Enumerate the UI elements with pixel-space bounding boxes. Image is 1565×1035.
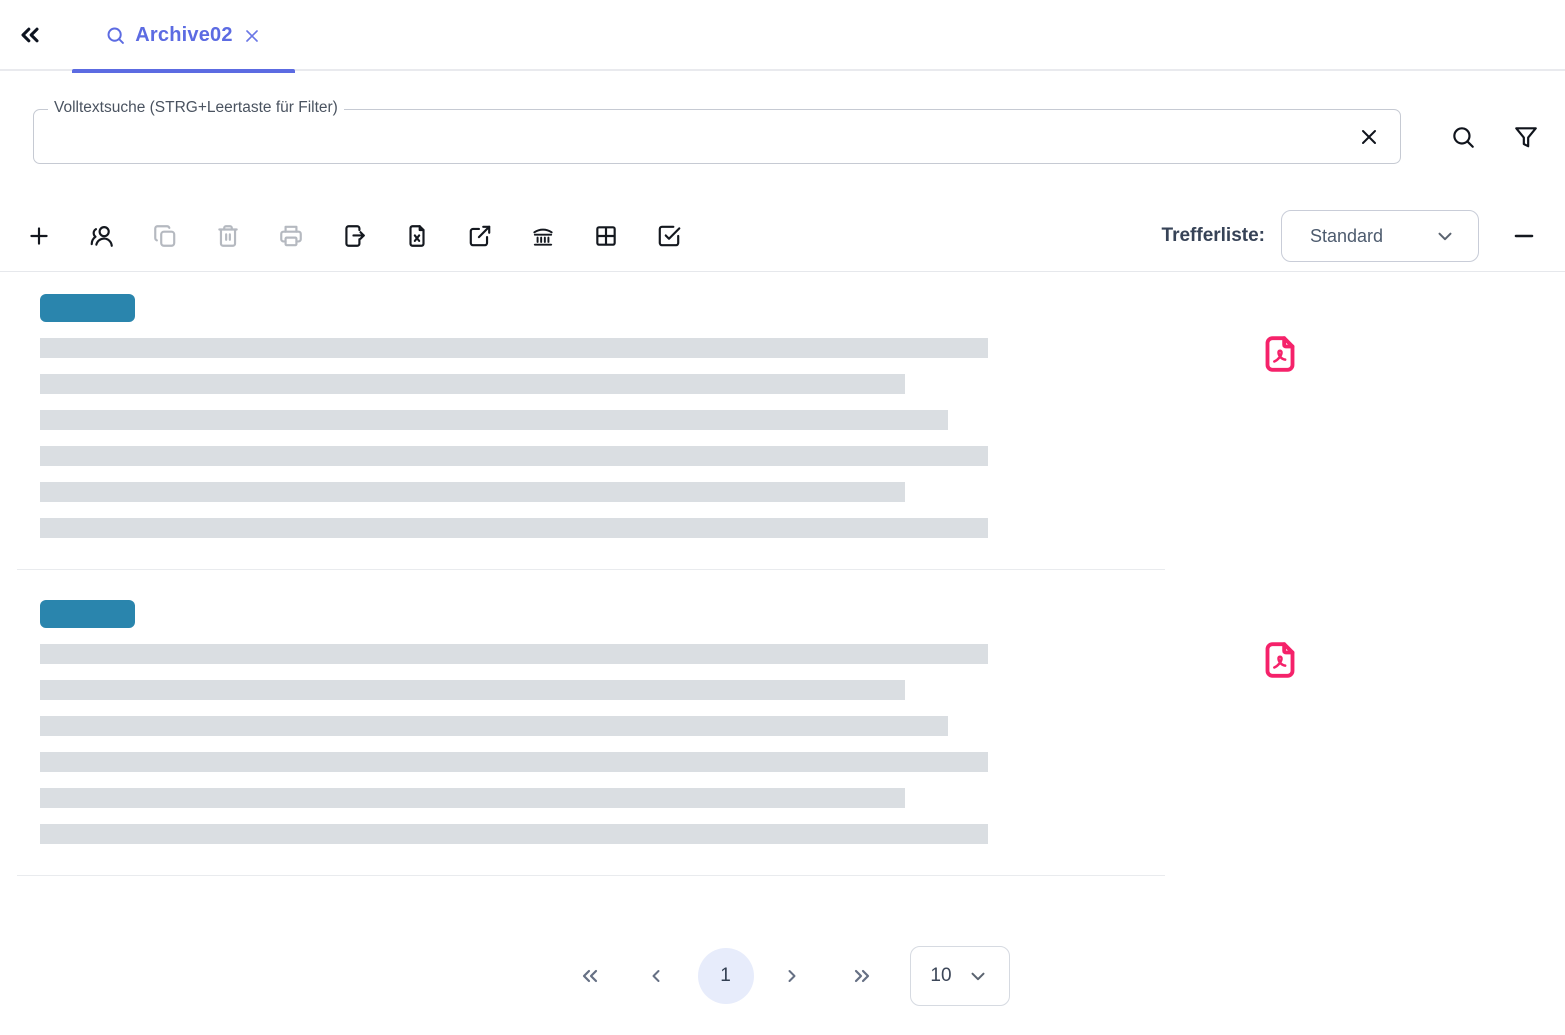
chevron-right-icon [782,966,806,986]
delete-button [215,223,241,249]
users-icon [89,223,115,249]
skeleton-text-bar [40,788,905,808]
printer-icon [278,223,304,249]
check-square-icon [656,223,682,249]
search-icon [1450,124,1476,150]
chevron-down-icon [1434,225,1456,247]
first-page-button[interactable] [578,964,602,988]
header-tab-bar: Archive02 [0,0,1565,71]
chevron-down-icon [967,965,989,987]
result-type-badge [40,600,135,628]
skeleton-text-bar [40,374,905,394]
results-toolbar: Trefferliste: Standard [0,181,1565,272]
tab-label: Archive02 [135,24,232,47]
multi-select-button[interactable] [656,223,682,249]
chevron-left-icon [646,966,670,986]
skeleton-text-bar [40,518,988,538]
hit-list-selected-value: Standard [1282,226,1434,247]
skeleton-text-bar [40,752,988,772]
open-in-new-button[interactable] [467,223,493,249]
page-size-select[interactable]: 10 [910,946,1010,1006]
hit-list-label: Trefferliste: [1162,225,1265,247]
search-icon [105,25,126,46]
pagination: 1 10 [0,946,1565,1006]
skeleton-text-bar [40,410,948,430]
prev-page-button[interactable] [646,964,670,988]
search-submit-button[interactable] [1450,124,1476,150]
print-button [278,223,304,249]
result-skeleton-bars [40,338,1565,538]
table-view-button[interactable] [593,223,619,249]
grid-icon [593,223,619,249]
skeleton-text-bar [40,338,988,358]
bank-icon [530,223,556,249]
add-button[interactable] [26,223,52,249]
page-size-value: 10 [930,965,951,987]
results-list [0,272,1565,876]
collapse-sidebar-button[interactable] [16,21,44,49]
collapse-results-button[interactable] [1511,223,1537,249]
result-skeleton-bars [40,644,1565,844]
copy-button [152,223,178,249]
tab-close-icon[interactable] [242,26,262,46]
tab-archive02[interactable]: Archive02 [72,0,295,71]
export-spreadsheet-button[interactable] [404,223,430,249]
chevrons-right-icon [850,964,874,988]
search-section: Volltextsuche (STRG+Leertaste für Filter… [0,71,1565,181]
chevrons-left-icon [578,964,602,988]
last-page-button[interactable] [850,964,874,988]
next-page-button[interactable] [782,964,806,988]
minus-icon [1511,223,1537,249]
close-icon [1357,125,1381,149]
skeleton-text-bar [40,716,948,736]
skeleton-text-bar [40,482,905,502]
pdf-file-icon[interactable] [1260,334,1300,374]
hit-list-select[interactable]: Standard [1281,210,1479,262]
fulltext-search-field[interactable]: Volltextsuche (STRG+Leertaste für Filter… [33,109,1401,164]
skeleton-text-bar [40,446,988,466]
copy-icon [152,223,178,249]
filter-button[interactable] [1513,124,1539,150]
skeleton-text-bar [40,824,988,844]
skeleton-text-bar [40,644,988,664]
toolbar-actions [26,223,682,249]
skeleton-text-bar [40,680,905,700]
hit-list-controls: Trefferliste: Standard [1162,210,1537,262]
search-field-label: Volltextsuche (STRG+Leertaste für Filter… [48,99,344,117]
result-type-badge [40,294,135,322]
result-item[interactable] [0,272,1565,570]
result-item[interactable] [0,570,1565,876]
file-export-icon [341,223,367,249]
export-file-button[interactable] [341,223,367,249]
pdf-file-icon[interactable] [1260,640,1300,680]
archive-button[interactable] [530,223,556,249]
clear-search-button[interactable] [1357,125,1381,149]
external-link-icon [467,223,493,249]
funnel-icon [1513,124,1539,150]
current-page-button[interactable]: 1 [698,948,754,1004]
trash-icon [215,223,241,249]
plus-icon [26,223,52,249]
share-users-button[interactable] [89,223,115,249]
search-input[interactable] [48,118,1338,154]
chevrons-left-icon [16,21,44,49]
file-x-icon [404,223,430,249]
